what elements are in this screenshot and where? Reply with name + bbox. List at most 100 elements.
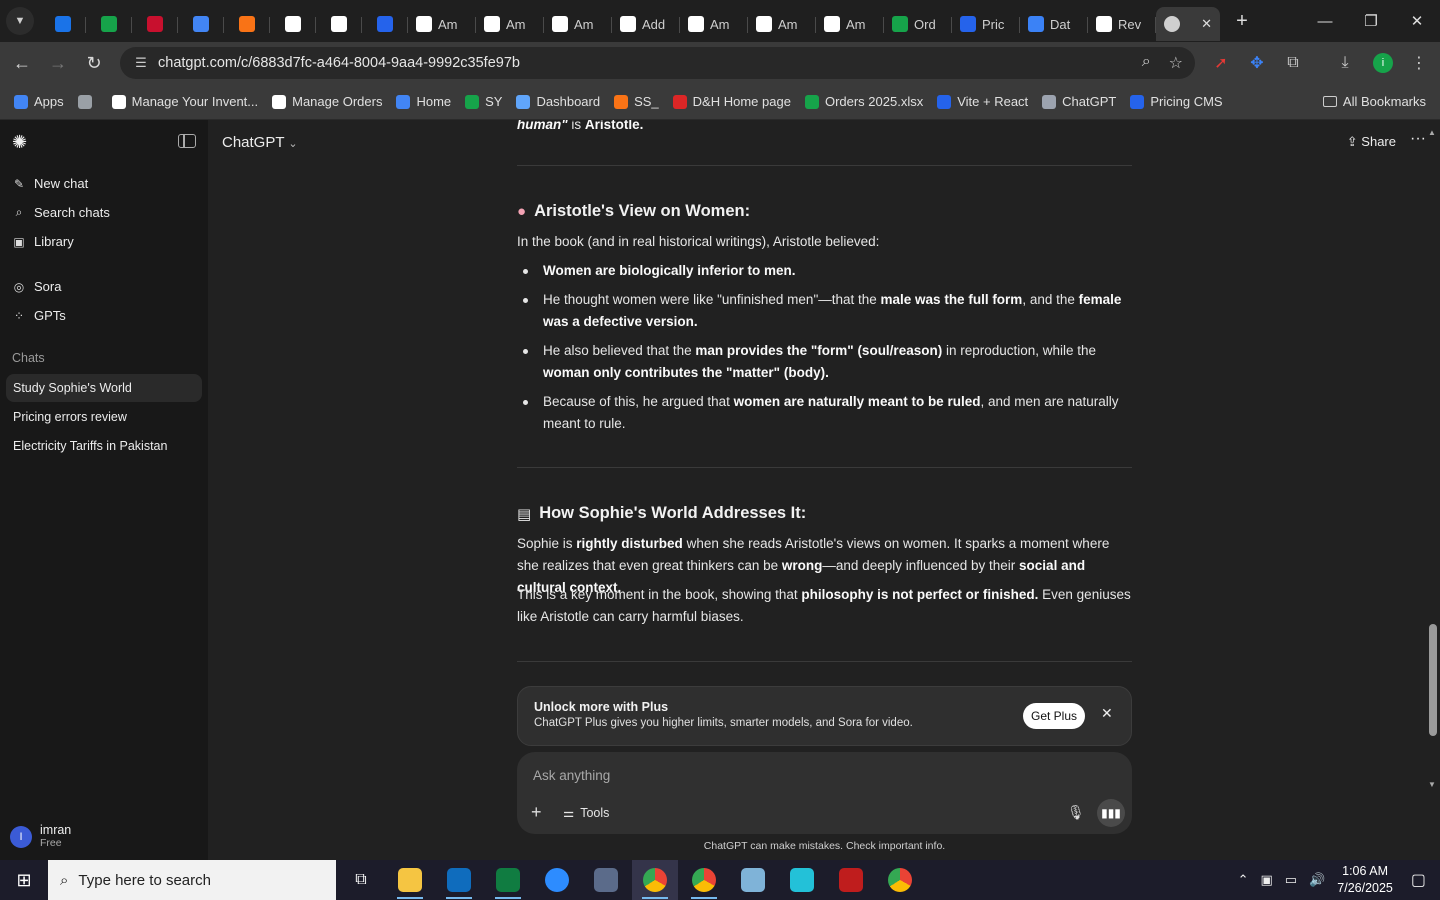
scrollbar-thumb[interactable]: [1429, 624, 1437, 736]
bookmark-item[interactable]: Manage Your Invent...: [111, 94, 258, 109]
chrome-app-icon[interactable]: [877, 860, 923, 900]
tab-6[interactable]: [316, 7, 362, 41]
add-attachment-button[interactable]: +: [531, 802, 542, 823]
tab-12[interactable]: Am: [680, 7, 748, 41]
bookmark-item[interactable]: Vite + React: [937, 94, 1028, 109]
close-icon[interactable]: ✕: [1101, 705, 1113, 722]
bookmark-item[interactable]: Orders 2025.xlsx: [804, 94, 923, 109]
chrome-profile-icon[interactable]: [681, 860, 727, 900]
bookmark-item[interactable]: Apps: [14, 94, 64, 109]
excel-icon[interactable]: [485, 860, 531, 900]
all-bookmarks[interactable]: All Bookmarks: [1322, 94, 1426, 109]
show-hidden-icons[interactable]: ⌃: [1238, 872, 1249, 888]
notifications-icon[interactable]: ▢: [1411, 870, 1426, 890]
voice-mode-button[interactable]: ▮▮▮: [1097, 799, 1125, 827]
bookmark-item[interactable]: ChatGPT: [1042, 94, 1116, 109]
start-button[interactable]: ⊞: [0, 860, 48, 900]
sidebar-item-gpts[interactable]: ⁘ GPTs: [12, 308, 66, 323]
sidebar-item-sora[interactable]: ◎ Sora: [12, 279, 62, 294]
app-icon[interactable]: [730, 860, 776, 900]
restore-button[interactable]: ❐: [1348, 0, 1394, 42]
site-info-icon[interactable]: ☰: [126, 55, 156, 71]
zoom-app-icon[interactable]: [534, 860, 580, 900]
chat-item-study-sophies-world[interactable]: Study Sophie's World: [6, 374, 202, 402]
tab-active-chatgpt[interactable]: ✕: [1156, 7, 1220, 41]
tab-3[interactable]: [178, 7, 224, 41]
clock[interactable]: 1:06 AM 7/26/2025: [1337, 863, 1393, 897]
extension-icon[interactable]: ✥: [1240, 42, 1274, 84]
app-icon[interactable]: [779, 860, 825, 900]
network-icon[interactable]: ▭: [1285, 872, 1297, 888]
tab-17[interactable]: Dat: [1020, 7, 1088, 41]
tab-5[interactable]: [270, 7, 316, 41]
chat-item-pricing-errors[interactable]: Pricing errors review: [6, 403, 202, 431]
download-icon[interactable]: ⤓: [1328, 42, 1362, 84]
bookmark-item[interactable]: [77, 94, 98, 109]
extensions-puzzle-icon[interactable]: ⧉: [1276, 42, 1310, 84]
network-alert-icon[interactable]: ▣: [1260, 872, 1272, 888]
close-window-button[interactable]: ✕: [1394, 0, 1440, 42]
task-view-icon[interactable]: ⧉: [338, 860, 384, 900]
share-button[interactable]: ⇪ Share: [1347, 134, 1396, 150]
address-bar[interactable]: ☰ chatgpt.com/c/6883d7fc-a464-8004-9aa4-…: [120, 47, 1195, 79]
close-tab-icon[interactable]: ✕: [1201, 16, 1212, 32]
microphone-icon[interactable]: 🎙: [1067, 804, 1085, 821]
get-plus-button[interactable]: Get Plus: [1023, 703, 1085, 729]
bookmark-item[interactable]: SS_: [614, 94, 659, 109]
bookmark-item[interactable]: D&H Home page: [672, 94, 791, 109]
more-options-icon[interactable]: ···: [1410, 130, 1426, 148]
volume-icon[interactable]: 🔊: [1309, 872, 1325, 888]
bookmark-item[interactable]: SY: [465, 94, 502, 109]
reload-button[interactable]: ↻: [76, 45, 112, 81]
tab-9[interactable]: Am: [476, 7, 544, 41]
tab-7[interactable]: [362, 7, 408, 41]
sidebar-toggle-icon[interactable]: [178, 134, 196, 148]
tab-10[interactable]: Am: [544, 7, 612, 41]
bookmark-item[interactable]: Pricing CMS: [1130, 94, 1223, 109]
openai-logo-icon[interactable]: ✺: [12, 132, 32, 152]
model-selector[interactable]: ChatGPT ⌄: [222, 134, 298, 151]
scroll-down-icon[interactable]: ▼: [1428, 780, 1436, 789]
tab-11[interactable]: Add: [612, 7, 680, 41]
tab-8[interactable]: Am: [408, 7, 476, 41]
forward-button[interactable]: →: [40, 45, 76, 81]
back-button[interactable]: ←: [4, 45, 40, 81]
tab-search-button[interactable]: ▼: [6, 7, 34, 35]
chrome-icon[interactable]: [632, 860, 678, 900]
chat-item-electricity-tariffs[interactable]: Electricity Tariffs in Pakistan: [6, 432, 202, 460]
calculator-icon[interactable]: [583, 860, 629, 900]
browser-menu-icon[interactable]: ⋮: [1402, 42, 1436, 84]
tab-1[interactable]: [86, 7, 132, 41]
profile-avatar[interactable]: i: [1366, 42, 1400, 84]
prompt-input[interactable]: [533, 764, 1033, 786]
bookmark-item[interactable]: Manage Orders: [272, 94, 382, 109]
sidebar-item-search-chats[interactable]: ⌕ Search chats: [12, 205, 110, 220]
bookmark-item[interactable]: Home: [396, 94, 451, 109]
tools-button[interactable]: ⚌ Tools: [563, 805, 609, 821]
tab-4[interactable]: [224, 7, 270, 41]
scroll-up-icon[interactable]: ▲: [1428, 128, 1436, 137]
new-tab-button[interactable]: +: [1228, 7, 1256, 35]
divider: [517, 661, 1132, 662]
extension-acrobat-icon[interactable]: ➚: [1204, 42, 1238, 84]
tab-15[interactable]: Ord: [884, 7, 952, 41]
tab-2[interactable]: [132, 7, 178, 41]
user-profile[interactable]: I imran Free: [10, 824, 71, 849]
sidebar-item-library[interactable]: ▣ Library: [12, 234, 73, 249]
tab-13[interactable]: Am: [748, 7, 816, 41]
outlook-icon[interactable]: [436, 860, 482, 900]
taskbar-search[interactable]: ⌕ Type here to search: [48, 860, 336, 900]
tab-14[interactable]: Am: [816, 7, 884, 41]
bookmark-item[interactable]: Dashboard: [516, 94, 600, 109]
file-explorer-icon[interactable]: [387, 860, 433, 900]
url-text[interactable]: chatgpt.com/c/6883d7fc-a464-8004-9aa4-99…: [158, 55, 520, 71]
zoom-icon[interactable]: ⌕: [1142, 53, 1151, 73]
sidebar-item-new-chat[interactable]: ✎ New chat: [12, 176, 88, 191]
tab-0[interactable]: [40, 7, 86, 41]
minimize-button[interactable]: —: [1302, 0, 1348, 42]
tab-16[interactable]: Pric: [952, 7, 1020, 41]
tab-18[interactable]: Rev: [1088, 7, 1156, 41]
scrollbar[interactable]: ▲ ▼: [1428, 128, 1438, 789]
filezilla-icon[interactable]: [828, 860, 874, 900]
bookmark-star-icon[interactable]: ☆: [1169, 53, 1183, 73]
